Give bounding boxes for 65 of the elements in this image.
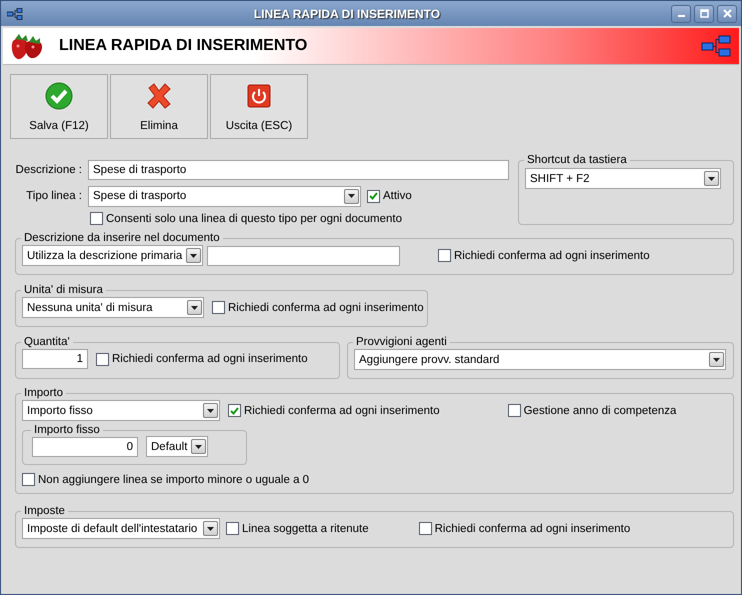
dropdown[interactable]: SHIFT + F2 bbox=[525, 168, 721, 189]
caret-icon bbox=[708, 176, 715, 180]
checkbox-label: Gestione anno di competenza bbox=[524, 404, 676, 416]
checkbox-label: Richiedi conferma ad ogni inserimento bbox=[244, 404, 440, 416]
maximize-icon bbox=[700, 9, 708, 18]
dropdown[interactable]: Spese di trasporto bbox=[88, 186, 361, 206]
checkbox-label: Consenti solo una linea di questo tipo per ogni documento bbox=[106, 212, 402, 224]
group-title: Importo fisso bbox=[33, 424, 101, 436]
caret-icon bbox=[195, 444, 202, 448]
dropdown[interactable]: Default bbox=[146, 436, 208, 457]
checkbox[interactable] bbox=[226, 522, 239, 535]
group-title: Shortcut da tastiera bbox=[526, 154, 628, 166]
maximize-button[interactable] bbox=[694, 4, 714, 22]
toolbar-button[interactable]: Elimina bbox=[110, 74, 208, 139]
group-title: Importo bbox=[23, 387, 64, 399]
dropdown[interactable]: Aggiungere provv. standard bbox=[354, 349, 726, 370]
dropdown[interactable]: Nessuna unita' di misura bbox=[22, 297, 204, 318]
group-title: Provvigioni agenti bbox=[355, 336, 448, 348]
field-label: Descrizione : bbox=[14, 164, 82, 176]
network-icon bbox=[701, 35, 731, 57]
checkbox[interactable] bbox=[212, 301, 225, 314]
checkbox-label: Richiedi conferma ad ogni inserimento bbox=[454, 250, 650, 262]
checkbox-label: Richiedi conferma ad ogni inserimento bbox=[112, 353, 308, 365]
field-label: Tipo linea : bbox=[25, 190, 82, 202]
caret-icon bbox=[190, 254, 197, 258]
caret-icon bbox=[713, 358, 720, 362]
dropdown[interactable]: Importo fisso bbox=[22, 400, 220, 421]
toolbar-button[interactable]: Salva (F12) bbox=[10, 74, 108, 139]
caret-icon bbox=[207, 526, 214, 530]
checkbox[interactable] bbox=[22, 473, 35, 486]
caret-icon bbox=[207, 408, 214, 412]
toolbar-button[interactable]: Uscita (ESC) bbox=[210, 74, 308, 139]
checkbox-label: Richiedi conferma ad ogni inserimento bbox=[228, 302, 424, 314]
app-icon bbox=[7, 8, 23, 20]
checkbox[interactable] bbox=[90, 212, 103, 225]
checkbox[interactable] bbox=[418, 522, 432, 535]
input-field[interactable]: 0 bbox=[32, 436, 138, 456]
input-field[interactable]: Spese di trasporto bbox=[88, 160, 509, 180]
checkbox-label: Richiedi conferma ad ogni inserimento bbox=[434, 522, 630, 534]
check-icon bbox=[369, 192, 378, 200]
check-icon bbox=[230, 406, 239, 414]
checkbox[interactable] bbox=[508, 404, 521, 417]
checkbox[interactable] bbox=[96, 352, 109, 366]
dropdown[interactable]: Utilizza la descrizione primaria bbox=[22, 245, 203, 266]
check-icon bbox=[44, 81, 74, 111]
group-title: Quantita' bbox=[23, 336, 71, 348]
close-button[interactable] bbox=[717, 4, 737, 22]
window-title: LINEA RAPIDA DI INSERIMENTO bbox=[252, 6, 442, 20]
group-title: Imposte bbox=[23, 505, 66, 517]
minimize-button[interactable] bbox=[671, 4, 691, 22]
checkbox-label: Non aggiungere linea se importo minore o uguale a 0 bbox=[38, 474, 310, 486]
caret-icon bbox=[191, 306, 198, 310]
checkbox[interactable] bbox=[367, 190, 380, 202]
checkbox[interactable] bbox=[228, 404, 241, 417]
input-field[interactable]: 1 bbox=[22, 349, 88, 369]
group-title: Descrizione da inserire nel documento bbox=[23, 232, 221, 244]
dropdown[interactable]: Imposte di default dell'intestatario bbox=[22, 518, 220, 539]
checkbox-label: Attivo bbox=[383, 190, 412, 202]
header-title: LINEA RAPIDA DI INSERIMENTO bbox=[59, 37, 308, 55]
checkbox-label: Linea soggetta a ritenute bbox=[242, 522, 369, 534]
caret-icon bbox=[348, 194, 355, 198]
input-field[interactable] bbox=[207, 246, 400, 266]
close-icon bbox=[722, 9, 732, 18]
checkbox[interactable] bbox=[438, 249, 451, 262]
group-title: Unita' di misura bbox=[23, 284, 104, 296]
